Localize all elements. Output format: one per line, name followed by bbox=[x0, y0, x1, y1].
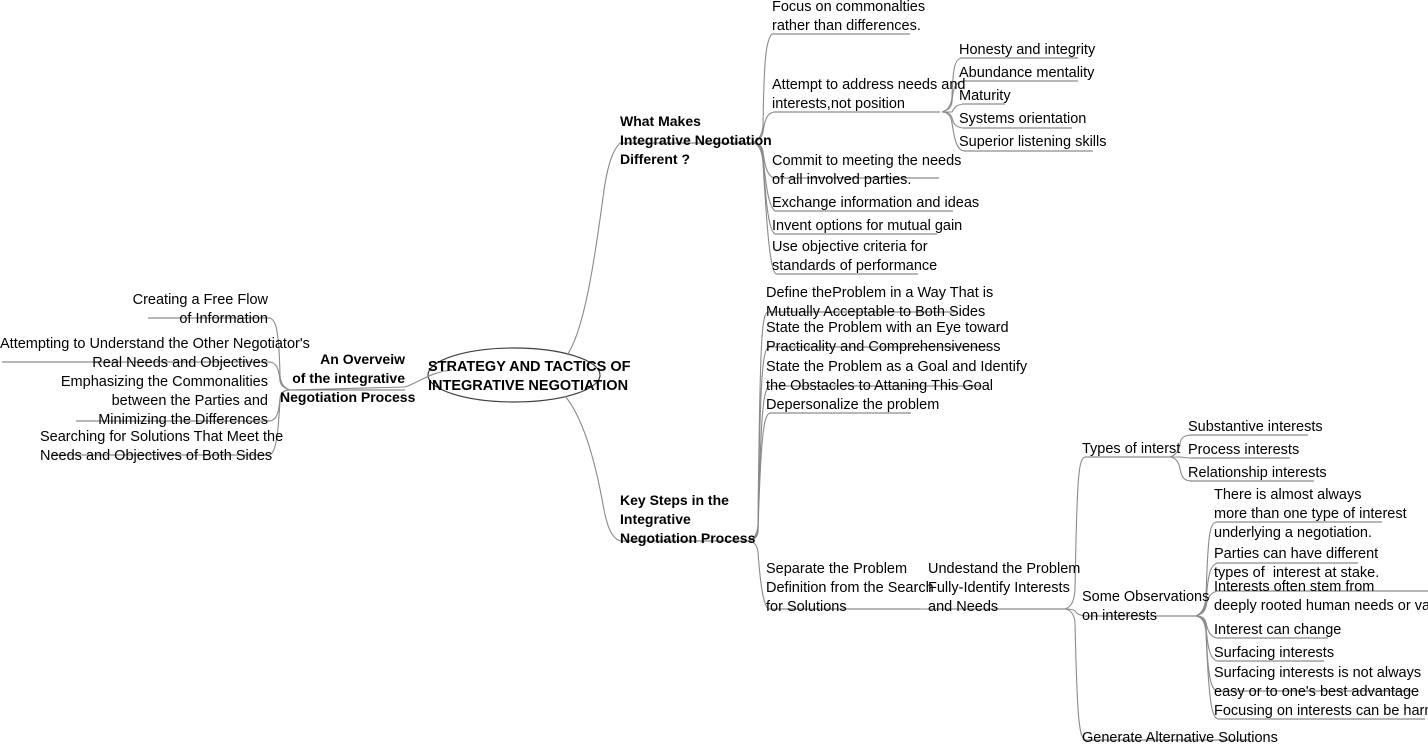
leaf-exchange-info[interactable]: Exchange information and ideas bbox=[772, 194, 979, 213]
leaf-state-problem-goal[interactable]: State the Problem as a Goal and Identify… bbox=[766, 358, 1027, 396]
root-node-label[interactable]: STRATEGY AND TACTICS OF INTEGRATIVE NEGOT… bbox=[428, 358, 630, 396]
leaf-invent-options[interactable]: Invent options for mutual gain bbox=[772, 217, 962, 236]
leaf-superior-listening[interactable]: Superior listening skills bbox=[959, 133, 1106, 152]
leaf-separate-definition[interactable]: Separate the Problem Definition from the… bbox=[766, 560, 934, 617]
leaf-objective-criteria[interactable]: Use objective criteria for standards of … bbox=[772, 238, 937, 276]
leaf-depersonalize[interactable]: Depersonalize the problem bbox=[766, 396, 939, 415]
leaf-deeply-rooted[interactable]: Interests often stem from deeply rooted … bbox=[1214, 578, 1428, 616]
leaf-substantive-interests[interactable]: Substantive interests bbox=[1188, 418, 1323, 437]
leaf-commit-needs[interactable]: Commit to meeting the needs of all invol… bbox=[772, 152, 961, 190]
branch-overview[interactable]: An Overveiw of the integrative Negotiati… bbox=[280, 350, 415, 407]
leaf-focusing-harmful[interactable]: Focusing on interests can be harmful bbox=[1214, 702, 1428, 721]
leaf-search-solutions[interactable]: Searching for Solutions That Meet the Ne… bbox=[40, 428, 283, 466]
leaf-honesty-integrity[interactable]: Honesty and integrity bbox=[959, 41, 1095, 60]
leaf-focus-commonalties[interactable]: Focus on commonalties rather than differ… bbox=[772, 0, 925, 36]
leaf-address-needs[interactable]: Attempt to address needs and interests,n… bbox=[772, 76, 965, 114]
root-label-line1: STRATEGY AND TACTICS OF bbox=[428, 359, 631, 375]
leaf-understand-fully[interactable]: Undestand the Problem Fully-Identify Int… bbox=[928, 560, 1080, 617]
leaf-surfacing-interests[interactable]: Surfacing interests bbox=[1214, 644, 1334, 663]
leaf-generate-alternatives[interactable]: Generate Alternative Solutions bbox=[1082, 729, 1278, 748]
branch-what-makes-different[interactable]: What Makes Integrative Negotiation Diffe… bbox=[620, 112, 772, 169]
leaf-interest-change[interactable]: Interest can change bbox=[1214, 621, 1341, 640]
leaf-almost-always[interactable]: There is almost always more than one typ… bbox=[1214, 486, 1407, 543]
mind-map-canvas: STRATEGY AND TACTICS OF INTEGRATIVE NEGOT… bbox=[0, 0, 1428, 748]
leaf-systems-orientation[interactable]: Systems orientation bbox=[959, 110, 1086, 129]
leaf-surfacing-not-easy[interactable]: Surfacing interests is not always easy o… bbox=[1214, 664, 1421, 702]
leaf-free-flow[interactable]: Creating a Free Flow of Information bbox=[60, 291, 268, 329]
branch-key-steps[interactable]: Key Steps in the Integrative Negotiation… bbox=[620, 491, 755, 548]
leaf-some-observations[interactable]: Some Observations on interests bbox=[1082, 588, 1209, 626]
leaf-emphasize-commonalities[interactable]: Emphasizing the Commonalities between th… bbox=[60, 373, 268, 430]
leaf-define-problem[interactable]: Define theProblem in a Way That is Mutua… bbox=[766, 284, 993, 322]
leaf-state-problem-eye[interactable]: State the Problem with an Eye toward Pra… bbox=[766, 319, 1009, 357]
leaf-maturity[interactable]: Maturity bbox=[959, 87, 1011, 106]
root-label-line2: INTEGRATIVE NEGOTIATION bbox=[428, 378, 629, 394]
leaf-types-of-interest[interactable]: Types of interst bbox=[1082, 440, 1180, 459]
leaf-abundance-mentality[interactable]: Abundance mentality bbox=[959, 64, 1094, 83]
leaf-process-interests[interactable]: Process interests bbox=[1188, 441, 1299, 460]
leaf-understand-other[interactable]: Attempting to Understand the Other Negot… bbox=[0, 335, 310, 373]
leaf-relationship-interests[interactable]: Relationship interests bbox=[1188, 464, 1327, 483]
